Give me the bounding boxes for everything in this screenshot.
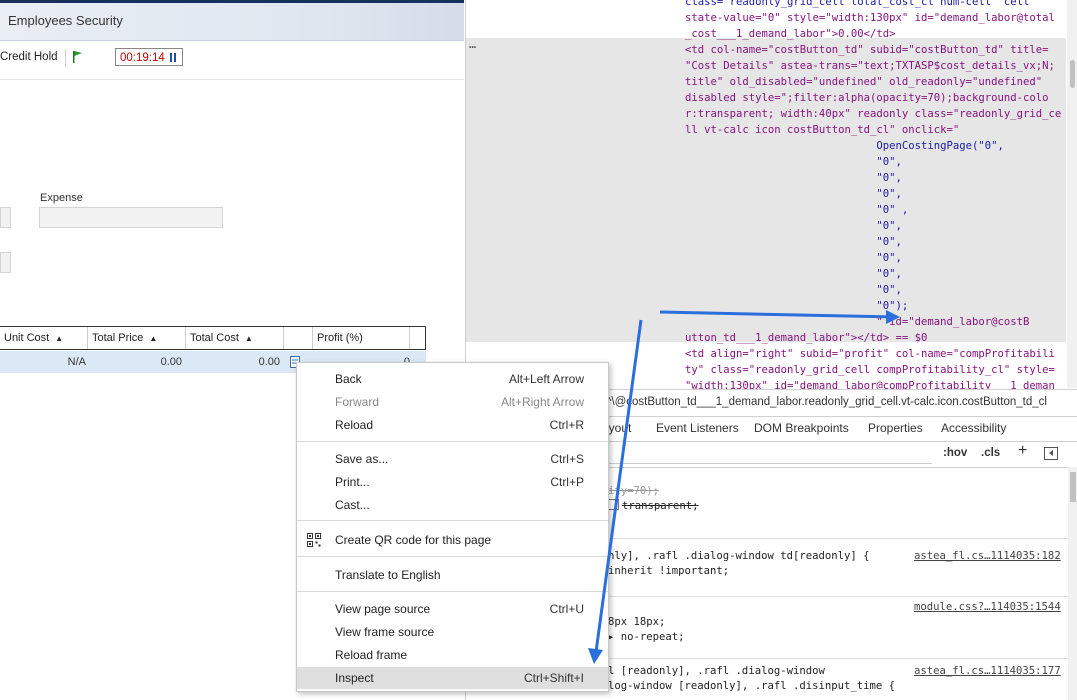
source-line[interactable]: "0", [685,234,902,250]
session-timer[interactable]: 00:19:14 [115,48,183,66]
source-line[interactable]: r:transparent; width:40px" readonly clas… [685,106,1061,122]
tab-dom-breakpoints[interactable]: DOM Breakpoints [754,421,849,435]
menu-item-view-frame-source[interactable]: View frame source [297,621,608,643]
col-profit[interactable]: Profit (%) [313,327,410,349]
sort-asc-icon: ▲ [55,334,64,343]
rule-source-link[interactable]: astea_fl.cs…1114035:177 [914,664,1061,679]
tab-properties[interactable]: Properties [868,421,923,435]
source-line[interactable]: state-value="0" style="width:130px" id="… [685,10,1055,26]
rule-source-link[interactable]: module.css?…114035:1544 [914,600,1061,615]
timer-value: 00:19:14 [120,52,165,64]
styles-filter-input[interactable] [608,445,932,464]
menu-item-reload-frame[interactable]: Reload frame [297,644,608,666]
col-total-cost[interactable]: Total Cost ▲ [186,327,284,349]
expense-field[interactable] [39,207,223,228]
rule-selector: log-window [readonly], .rafl .disinput_t… [608,680,896,692]
source-line[interactable]: <td col-name="costButton_td" subid="cost… [685,42,1049,58]
class-toggle-button[interactable]: .cls [981,447,1000,459]
source-line[interactable]: "0" , [685,202,908,218]
source-line[interactable]: OpenCostingPage("0", [685,138,1004,154]
menu-item-inspect[interactable]: Inspect Ctrl+Shift+I [297,667,608,689]
rule-selector: nly], .rafl .dialog-window td[readonly] … [608,550,870,562]
elements-source-view: … class="readonly_grid_cell total_cost_c… [466,0,1066,392]
styles-scrollbar[interactable] [1068,467,1077,700]
menu-item-create-qr[interactable]: Create QR code for this page [297,529,608,551]
toolbar: Credit Hold 00:19:14 [0,41,464,80]
cell-total-price: 0.00 [160,356,182,368]
col-unit-cost[interactable]: Unit Cost ▲ [0,327,88,349]
rule-line: ity=70); [608,485,660,497]
menu-item-save-as[interactable]: Save as... Ctrl+S [297,448,608,470]
source-line[interactable]: <td align="right" subid="profit" col-nam… [685,346,1055,362]
source-line[interactable]: "Cost Details" astea-trans="text;TXTASP$… [685,58,1055,74]
menu-item-forward[interactable]: Forward Alt+Right Arrow [297,391,608,413]
source-line[interactable]: "0", [685,170,902,186]
source-line[interactable]: "0", [685,250,902,266]
source-line[interactable]: title" old_disabled="undefined" old_read… [685,74,1042,90]
source-line[interactable]: "0", [685,282,902,298]
pause-icon[interactable] [170,53,176,62]
cell-total-cost: 0.00 [258,356,280,368]
menu-item-cast[interactable]: Cast... [297,494,608,516]
cell-unit-cost: N/A [67,356,86,368]
rule-source-link[interactable]: astea_fl.cs…1114035:182 [914,549,1061,564]
menu-item-print[interactable]: Print... Ctrl+P [297,471,608,493]
rule-line: transparent; [608,499,699,514]
expense-label: Expense [40,192,83,204]
toolbar-divider [65,49,66,67]
source-line[interactable]: ty" class="readonly_grid_cell compProfit… [685,362,1055,378]
new-rule-button[interactable]: + [1018,442,1027,460]
source-line[interactable]: class="readonly_grid_cell total_cost_cl … [685,0,1029,10]
menu-item-view-page-source[interactable]: View page source Ctrl+U [297,598,608,620]
rule-selector: l [readonly], .rafl .dialog-window [608,665,825,677]
menu-item-back[interactable]: Back Alt+Left Arrow [297,368,608,390]
grid-header: Unit Cost ▲ Total Price ▲ Total Cost ▲ Prof… [0,326,426,350]
col-total-price[interactable]: Total Price ▲ [88,327,186,349]
source-line[interactable]: "0"); [685,298,908,314]
rule-line: ▸ no-repeat; [608,631,685,643]
menu-item-reload[interactable]: Reload Ctrl+R [297,414,608,436]
element-breadcrumb[interactable]: ^\@costButton_td___1_demand_labor.readon… [606,396,1047,408]
flag-icon[interactable] [72,50,84,67]
field-left-2[interactable] [0,252,11,273]
credit-hold-label[interactable]: Credit Hold [0,51,58,63]
app-title: Employees Security [8,13,123,28]
qr-code-icon [307,533,321,547]
field-left-1[interactable] [0,207,11,228]
node-options-icon[interactable]: … [469,36,476,52]
checkbox-icon[interactable] [608,499,619,510]
source-line[interactable]: disabled style=";filter:alpha(opacity=70… [685,90,1049,106]
app-header: Employees Security [0,0,464,41]
tab-event-listeners[interactable]: Event Listeners [656,421,739,435]
source-line[interactable]: _cost___1_demand_labor">0.00</td> [685,26,895,42]
sort-asc-icon: ▲ [149,334,158,343]
source-line[interactable]: "0", [685,186,902,202]
hover-state-button[interactable]: :hov [943,447,967,459]
tab-accessibility[interactable]: Accessibility [941,421,1006,435]
source-line[interactable]: "0", [685,218,902,234]
rule-line: inherit !important; [608,565,730,577]
context-menu: Back Alt+Left Arrow Forward Alt+Right Arro… [296,362,609,692]
source-line[interactable]: " id="demand_labor@costB [685,314,1029,330]
source-scrollbar[interactable] [1067,0,1077,388]
source-line[interactable]: "0", [685,266,902,282]
menu-item-translate[interactable]: Translate to English [297,564,608,586]
source-line[interactable]: utton_td___1_demand_labor"></td> == $0 [685,330,927,346]
source-line[interactable]: "0", [685,154,902,170]
col-cost-button[interactable] [284,327,313,349]
toggle-sidebar-icon[interactable] [1044,447,1058,460]
sort-asc-icon: ▲ [244,334,253,343]
source-line[interactable]: ll vt-calc icon costButton_td_cl" onclic… [685,122,959,138]
rule-line: 8px 18px; [608,616,666,628]
